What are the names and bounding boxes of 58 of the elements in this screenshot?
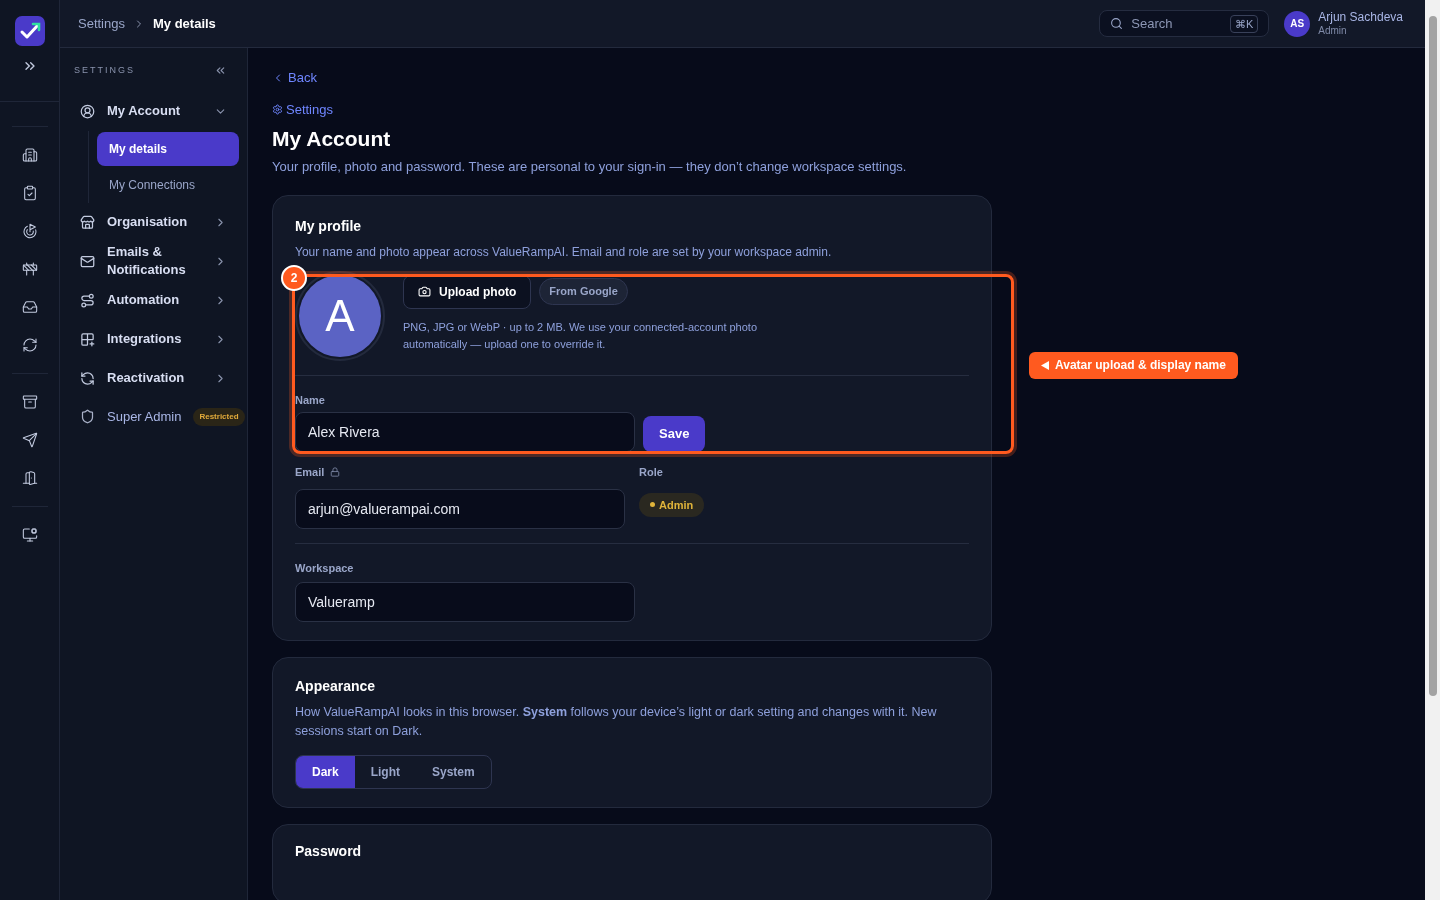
- user-name: Arjun Sachdeva: [1318, 9, 1403, 25]
- nav-subitem[interactable]: My Connections: [97, 167, 239, 202]
- text-field[interactable]: Valueramp: [295, 582, 635, 622]
- field-label: Name: [295, 392, 326, 408]
- source-tag: From Google: [539, 278, 628, 305]
- nav-item[interactable]: Organisation: [107, 213, 202, 231]
- card-description: Your name and photo appear across ValueRampAI. Email and role are set by your workspace admin.: [295, 243, 833, 261]
- nav-item[interactable]: Reactivation: [107, 369, 202, 387]
- mail-icon: [80, 253, 95, 269]
- page-title: My Account: [272, 126, 392, 152]
- theme-option[interactable]: System: [416, 756, 491, 788]
- theme-option[interactable]: Light: [354, 756, 416, 788]
- grid-plus-icon: [80, 331, 95, 347]
- search-placeholder: Search: [1131, 14, 1174, 33]
- gear-icon: [272, 103, 283, 115]
- nav-subitem[interactable]: My details: [97, 131, 239, 166]
- scrollbar[interactable]: [1425, 0, 1440, 900]
- camera-icon: [418, 285, 431, 298]
- nav-item[interactable]: Super Admin: [107, 406, 182, 427]
- store-icon: [80, 214, 95, 230]
- user-circle-icon: [80, 103, 95, 119]
- text-field[interactable]: arjun@valuerampai.com: [295, 488, 625, 529]
- nav-item[interactable]: Automation: [107, 291, 202, 309]
- role-tag: Admin: [639, 492, 705, 517]
- field-label: Workspace: [295, 560, 355, 576]
- section-heading: SETTINGS: [74, 64, 135, 77]
- page-subtitle: Your profile, photo and password. These are personal to your sign-in — they don’t change workspace settings.: [272, 158, 908, 176]
- step-marker: 2: [281, 264, 307, 291]
- shortcut-key: ⌘K: [1229, 14, 1259, 33]
- card-title: Appearance: [295, 677, 377, 696]
- card-title: Password: [295, 842, 363, 861]
- search-field[interactable]: Search ⌘K: [1099, 10, 1270, 37]
- callout-label: Avatar upload & display name: [1029, 351, 1238, 379]
- theme-option[interactable]: Dark: [296, 756, 355, 788]
- search-icon: [1110, 17, 1124, 30]
- user-role: Admin: [1318, 24, 1348, 38]
- nav-item[interactable]: Emails & Notifications: [107, 243, 202, 279]
- user-avatar[interactable]: AS: [1284, 10, 1311, 37]
- restricted-tag: Restricted: [193, 407, 245, 426]
- breadcrumb-item: My details: [153, 14, 216, 33]
- breadcrumb-item[interactable]: Settings: [78, 13, 125, 34]
- route-icon: [80, 292, 95, 308]
- settings-link[interactable]: Settings: [272, 99, 333, 119]
- logo-icon[interactable]: [14, 16, 45, 46]
- back-link[interactable]: Back: [272, 68, 317, 88]
- refresh-icon: [80, 370, 95, 386]
- save-button[interactable]: Save: [643, 416, 706, 452]
- field-label: Email: [295, 465, 325, 480]
- card-description: How ValueRampAI looks in this browser. System follows your device’s light or dark setting and changes with it. New sessions start on Dark.: [295, 704, 938, 740]
- lock-icon: [330, 467, 341, 478]
- triangle-left-icon: [1041, 360, 1049, 370]
- nav-item[interactable]: My Account: [107, 102, 202, 120]
- nav-item[interactable]: Integrations: [107, 330, 202, 348]
- card-title: My profile: [295, 216, 363, 236]
- text-field[interactable]: Alex Rivera: [295, 412, 635, 452]
- shield-icon: [80, 409, 95, 424]
- field-label: Role: [639, 465, 664, 480]
- upload-hint: PNG, JPG or WebP · up to 2 MB. We use your connected-account photo automatically — upload one to override it.: [403, 319, 758, 352]
